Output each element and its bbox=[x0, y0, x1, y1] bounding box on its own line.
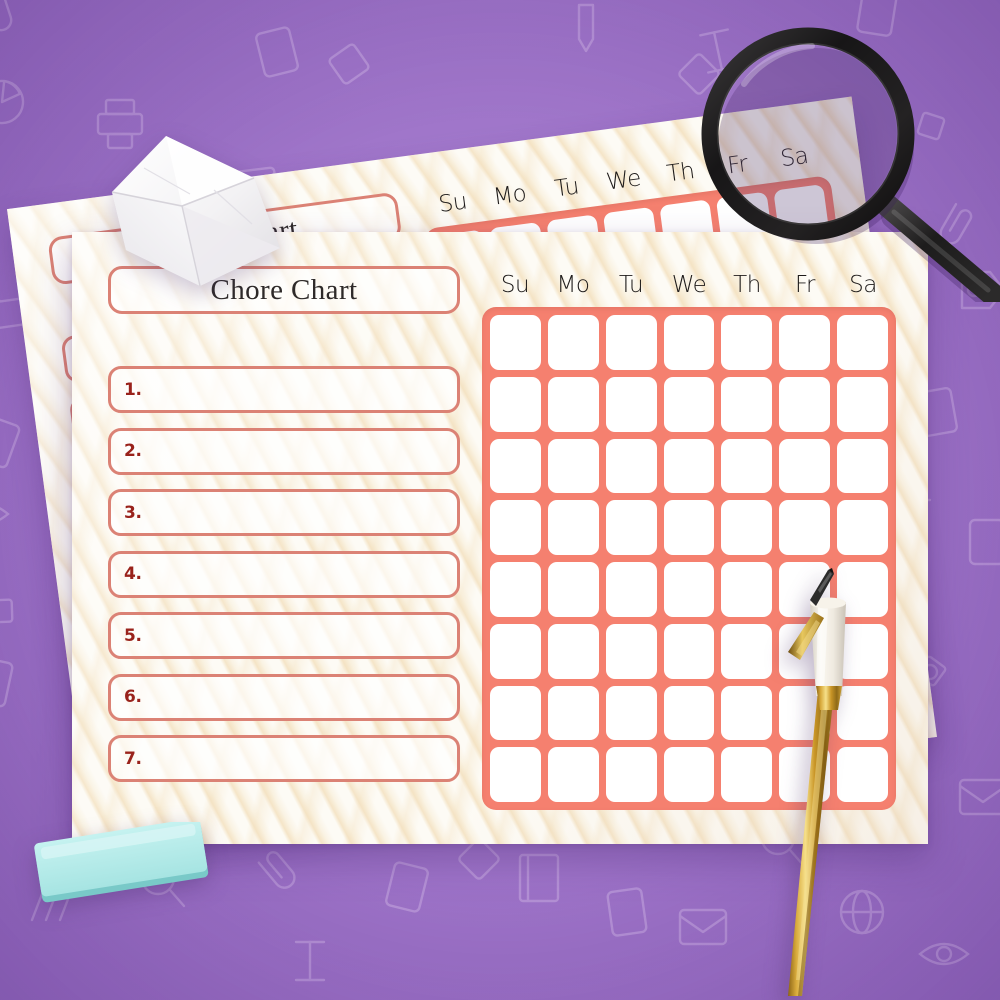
grid-cell[interactable] bbox=[547, 376, 599, 432]
grid-cell[interactable] bbox=[547, 315, 599, 370]
task-row[interactable]: 3. bbox=[108, 489, 460, 536]
grid-cell[interactable] bbox=[547, 438, 599, 494]
front-chore-chart-card[interactable]: Chore Chart 1. 2. 3. 4. 5. 6. 7. Su Mo Tu We Th Fr S… bbox=[72, 232, 928, 844]
grid-cell[interactable] bbox=[663, 438, 715, 494]
task-number: 4. bbox=[124, 564, 142, 584]
grid-cell[interactable] bbox=[721, 623, 773, 679]
grid-cell[interactable] bbox=[779, 500, 831, 555]
grid-cell[interactable] bbox=[779, 562, 831, 617]
title-box[interactable]: Chore Chart bbox=[108, 266, 460, 314]
task-list: 1. 2. 3. 4. 5. 6. 7. bbox=[108, 366, 460, 782]
grid-cell[interactable] bbox=[663, 685, 715, 741]
grid-cell[interactable] bbox=[605, 685, 657, 741]
grid-cell[interactable] bbox=[779, 315, 831, 370]
task-row[interactable]: 7. bbox=[108, 735, 460, 782]
day-label-tu: Tu bbox=[618, 272, 644, 298]
grid-cell[interactable] bbox=[547, 562, 599, 617]
front-card-content: Chore Chart 1. 2. 3. 4. 5. 6. 7. Su Mo Tu We Th Fr S… bbox=[72, 232, 928, 844]
day-label-tu: Tu bbox=[553, 173, 581, 203]
day-header-row: Su Mo Tu We Th Fr Sa bbox=[482, 268, 896, 302]
task-number: 7. bbox=[124, 748, 142, 769]
grid-cell[interactable] bbox=[721, 685, 773, 741]
grid-cell[interactable] bbox=[490, 747, 541, 802]
grid-cell[interactable] bbox=[837, 438, 888, 494]
task-number: 5. bbox=[124, 625, 142, 646]
front-right-column: Su Mo Tu We Th Fr Sa bbox=[482, 266, 896, 810]
grid-cell[interactable] bbox=[663, 562, 715, 617]
day-label-su: Su bbox=[500, 272, 530, 298]
grid-cell[interactable] bbox=[663, 747, 715, 802]
grid-cell[interactable] bbox=[721, 747, 773, 802]
grid-cell[interactable] bbox=[837, 623, 888, 679]
grid-cell[interactable] bbox=[779, 747, 831, 802]
grid-cell[interactable] bbox=[605, 500, 657, 555]
grid-cell[interactable] bbox=[837, 562, 888, 617]
grid-cell[interactable] bbox=[779, 376, 831, 432]
task-number: 1. bbox=[124, 379, 142, 400]
grid-cell[interactable] bbox=[605, 438, 657, 494]
scene: Chore Chart 1.2.3.4.5.6.7. SuMoTuWeThFrS… bbox=[0, 0, 1000, 1000]
grid-cell[interactable] bbox=[547, 685, 599, 741]
grid-cell[interactable] bbox=[547, 747, 599, 802]
task-row[interactable]: 1. bbox=[108, 366, 460, 413]
grid-cell[interactable] bbox=[547, 500, 599, 555]
grid-cell[interactable] bbox=[837, 747, 888, 802]
grid-cell[interactable] bbox=[779, 623, 831, 679]
task-number: 2. bbox=[124, 441, 142, 461]
day-label-fr: Fr bbox=[794, 272, 816, 298]
grid-cell[interactable] bbox=[663, 315, 715, 370]
grid-cell[interactable] bbox=[490, 376, 541, 432]
day-label-we: We bbox=[604, 165, 643, 196]
day-label-th: Th bbox=[733, 272, 761, 298]
grid-cell[interactable] bbox=[490, 562, 541, 617]
grid-cell[interactable] bbox=[605, 376, 657, 432]
day-label-mo: Mo bbox=[491, 180, 528, 211]
day-label-th: Th bbox=[665, 158, 696, 188]
day-label-sa: Sa bbox=[849, 272, 877, 298]
grid-cell[interactable] bbox=[721, 315, 773, 370]
task-row[interactable]: 5. bbox=[108, 612, 460, 659]
grid-cell[interactable] bbox=[490, 685, 541, 741]
day-label-we: We bbox=[671, 272, 707, 298]
grid-cell[interactable] bbox=[721, 562, 773, 617]
task-number: 3. bbox=[124, 502, 142, 523]
grid-cell[interactable] bbox=[837, 685, 888, 741]
grid-cell[interactable] bbox=[490, 315, 541, 370]
task-number: 6. bbox=[124, 687, 142, 707]
grid-cell[interactable] bbox=[605, 623, 657, 679]
task-row[interactable]: 6. bbox=[108, 673, 460, 721]
grid-cell[interactable] bbox=[837, 376, 888, 432]
grid-cell[interactable] bbox=[490, 438, 541, 494]
grid-cell[interactable] bbox=[663, 623, 715, 679]
day-label-mo: Mo bbox=[556, 272, 590, 298]
grid-cell[interactable] bbox=[605, 747, 657, 802]
grid-cell[interactable] bbox=[490, 623, 541, 679]
grid-cell[interactable] bbox=[663, 376, 715, 432]
day-label-su: Su bbox=[437, 188, 469, 218]
grid-cell[interactable] bbox=[605, 562, 657, 617]
task-row[interactable]: 4. bbox=[108, 550, 460, 598]
grid-cell[interactable] bbox=[721, 438, 773, 494]
grid-cell[interactable] bbox=[663, 500, 715, 555]
grid-cell[interactable] bbox=[721, 376, 773, 432]
tracker-grid[interactable] bbox=[482, 307, 896, 810]
front-left-column: Chore Chart 1. 2. 3. 4. 5. 6. 7. bbox=[108, 266, 460, 810]
task-row[interactable]: 2. bbox=[108, 427, 460, 475]
day-label-sa: Sa bbox=[778, 142, 810, 173]
grid-cell[interactable] bbox=[837, 500, 888, 555]
grid-cell[interactable] bbox=[779, 438, 831, 494]
grid-cell[interactable] bbox=[721, 500, 773, 555]
grid-cell[interactable] bbox=[605, 315, 657, 370]
grid-cell[interactable] bbox=[547, 623, 599, 679]
day-label-fr: Fr bbox=[725, 150, 750, 180]
grid-cell[interactable] bbox=[490, 500, 541, 555]
grid-cell[interactable] bbox=[779, 685, 831, 741]
page-title: Chore Chart bbox=[210, 273, 358, 306]
grid-cell[interactable] bbox=[837, 315, 888, 370]
